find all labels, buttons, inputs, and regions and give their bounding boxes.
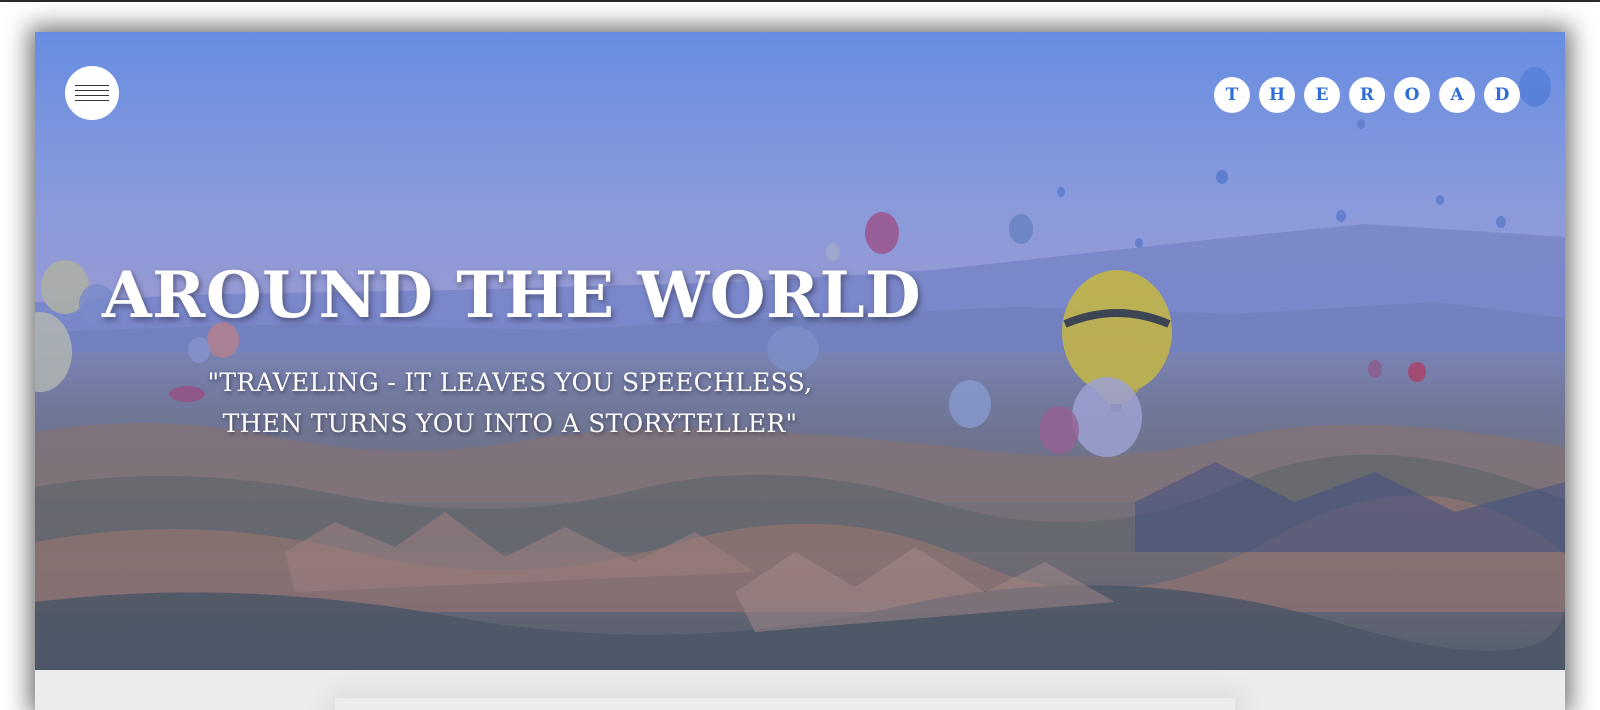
- logo-letter: O: [1394, 77, 1430, 113]
- content-area-top: [35, 670, 1565, 710]
- logo-letter: A: [1439, 77, 1475, 113]
- page-frame: T H E R O A D AROUND THE WORLD "TRAVELIN…: [35, 32, 1565, 710]
- content-card-shadow: [335, 698, 1235, 710]
- hero-section: T H E R O A D AROUND THE WORLD "TRAVELIN…: [35, 32, 1565, 670]
- logo-letter: H: [1259, 77, 1295, 113]
- hamburger-icon: [75, 84, 109, 102]
- logo-letter: E: [1304, 77, 1340, 113]
- logo-letter: D: [1484, 77, 1520, 113]
- menu-button[interactable]: [65, 66, 119, 120]
- hero-title: AROUND THE WORLD: [102, 258, 922, 333]
- logo-letter: T: [1214, 77, 1250, 113]
- hero-quote-line-1: "TRAVELING - IT LEAVES YOU SPEECHLESS,: [207, 368, 813, 397]
- hero-quote: "TRAVELING - IT LEAVES YOU SPEECHLESS, T…: [185, 362, 835, 444]
- site-logo[interactable]: T H E R O A D: [1214, 77, 1520, 113]
- logo-letter: R: [1349, 77, 1385, 113]
- hero-background-image: [35, 32, 1565, 670]
- window-top-border: [0, 0, 1600, 2]
- hero-quote-line-2: THEN TURNS YOU INTO A STORYTELLER": [222, 409, 798, 438]
